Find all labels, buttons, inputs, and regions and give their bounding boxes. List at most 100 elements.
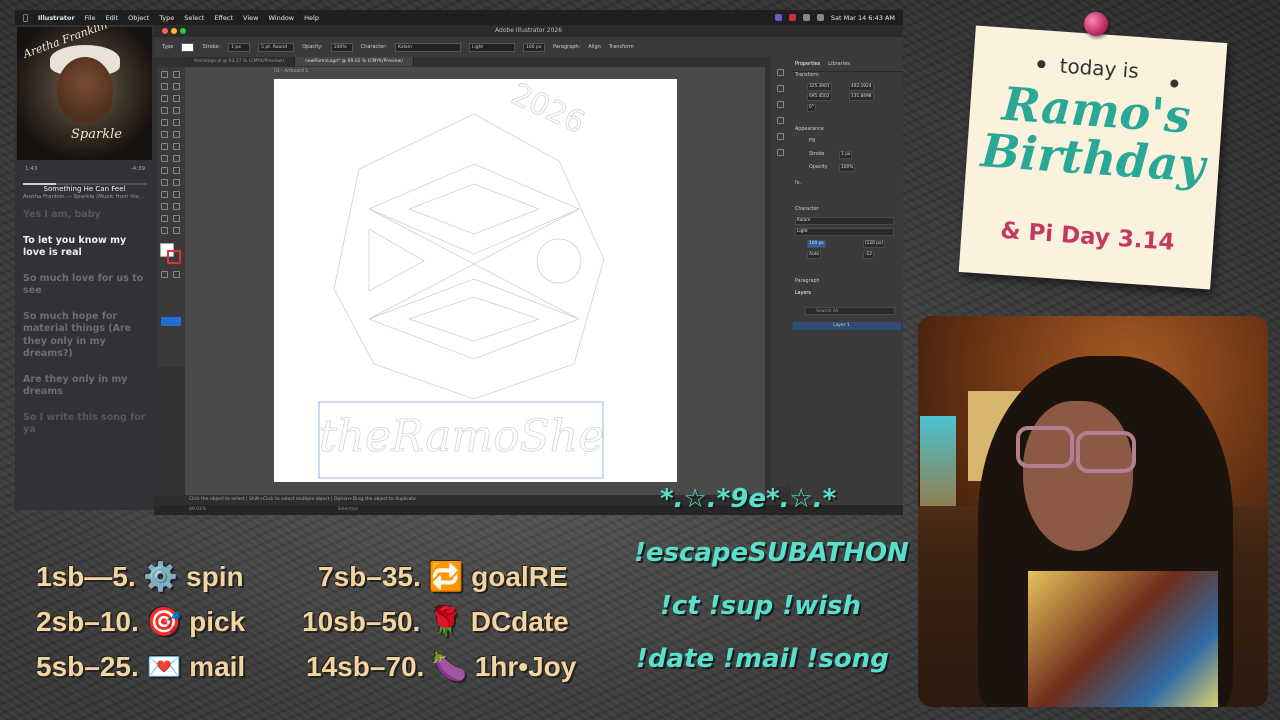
record-icon[interactable] bbox=[788, 14, 796, 21]
lyric-line[interactable]: Are they only in my dreams bbox=[23, 374, 149, 399]
apple-icon[interactable]:  bbox=[23, 13, 28, 22]
stroke-weight-field[interactable]: 1 px bbox=[228, 42, 251, 52]
screen-mode-icon[interactable] bbox=[173, 271, 180, 278]
zoom-level[interactable]: 89.01% bbox=[189, 507, 206, 512]
character-size-field[interactable]: 100 px bbox=[807, 240, 826, 248]
year-text[interactable]: 2026 bbox=[505, 77, 590, 142]
close-window-button[interactable] bbox=[162, 28, 168, 34]
menu-help[interactable]: Help bbox=[304, 14, 319, 22]
lyric-line-active[interactable]: To let you know my love is real bbox=[23, 235, 149, 260]
menu-effect[interactable]: Effect bbox=[214, 14, 233, 22]
paintbrush-tool-icon[interactable] bbox=[173, 119, 180, 126]
shape-builder-tool-icon[interactable] bbox=[161, 167, 168, 174]
pen-tool-icon[interactable] bbox=[161, 95, 168, 102]
font-weight-dropdown[interactable]: Light bbox=[468, 42, 515, 52]
tab-properties[interactable]: Properties bbox=[795, 61, 820, 67]
x-field[interactable]: 325.3901 bbox=[807, 83, 832, 91]
menu-edit[interactable]: Edit bbox=[106, 14, 119, 22]
menu-type[interactable]: Type bbox=[159, 14, 174, 22]
screen-record-icon[interactable] bbox=[774, 14, 782, 21]
control-align-label[interactable]: Align bbox=[588, 44, 601, 50]
fill-swatch[interactable] bbox=[181, 42, 195, 52]
zoom-window-button[interactable] bbox=[180, 28, 186, 34]
layers-tab[interactable]: Layers bbox=[795, 291, 811, 296]
layers-panel-icon[interactable] bbox=[777, 101, 784, 108]
lyric-line[interactable]: So I write this song for ya bbox=[23, 412, 149, 437]
edit-toolbar-icon[interactable] bbox=[161, 317, 181, 326]
leading-field[interactable]: (120 px) bbox=[863, 240, 886, 248]
brushes-panel-icon[interactable] bbox=[777, 133, 784, 140]
magic-wand-tool-icon[interactable] bbox=[161, 83, 168, 90]
document-tab[interactable]: ltocinlogo.ai @ 83.27 % (CMYK/Preview) bbox=[184, 57, 295, 66]
eraser-tool-icon[interactable] bbox=[173, 131, 180, 138]
canvas-area[interactable]: 01 - Artboard 1 2026 theRamoShe bbox=[185, 67, 765, 499]
menu-file[interactable]: File bbox=[85, 14, 96, 22]
rotate-tool-icon[interactable] bbox=[161, 143, 168, 150]
document-tab-active[interactable]: newRamoLogo* @ 89.01 % (CMYK/Preview) bbox=[294, 57, 414, 66]
control-transform-label[interactable]: Transform bbox=[609, 44, 634, 50]
line-tool-icon[interactable] bbox=[173, 107, 180, 114]
menu-app-name[interactable]: Illustrator bbox=[38, 14, 75, 22]
scale-tool-icon[interactable] bbox=[173, 143, 180, 150]
layers-search-input[interactable]: Search All bbox=[805, 307, 895, 315]
zoom-tool-icon[interactable] bbox=[173, 227, 180, 234]
triangle-shape[interactable] bbox=[368, 228, 425, 292]
draw-mode-icon[interactable] bbox=[161, 271, 168, 278]
swatches-panel-icon[interactable] bbox=[777, 117, 784, 124]
character-weight-dropdown[interactable]: Light bbox=[795, 228, 894, 236]
minimize-window-button[interactable] bbox=[171, 28, 177, 34]
wifi-icon[interactable] bbox=[802, 14, 810, 21]
heptagon-outline[interactable] bbox=[333, 113, 605, 400]
menubar-clock[interactable]: Sat Mar 14 6:43 AM bbox=[831, 14, 895, 22]
angle-field[interactable]: 0° bbox=[807, 104, 816, 112]
slice-tool-icon[interactable] bbox=[173, 215, 180, 222]
tracking-field[interactable]: Auto bbox=[807, 251, 821, 259]
align-panel-icon[interactable] bbox=[777, 149, 784, 156]
lyric-line[interactable]: Yes I am, baby bbox=[23, 209, 149, 222]
type-tool-icon[interactable] bbox=[161, 107, 168, 114]
menu-window[interactable]: Window bbox=[268, 14, 294, 22]
gradient-tool-icon[interactable] bbox=[173, 179, 180, 186]
font-size-field[interactable]: 100 px bbox=[522, 42, 545, 52]
pencil-tool-icon[interactable] bbox=[161, 131, 168, 138]
libraries-panel-icon[interactable] bbox=[777, 85, 784, 92]
mesh-tool-icon[interactable] bbox=[161, 179, 168, 186]
eyedropper-tool-icon[interactable] bbox=[161, 191, 168, 198]
blend-tool-icon[interactable] bbox=[173, 191, 180, 198]
circle-shape[interactable] bbox=[536, 238, 582, 284]
width-tool-icon[interactable] bbox=[161, 155, 168, 162]
appearance-stroke-field[interactable]: 1 px bbox=[839, 151, 853, 159]
free-transform-tool-icon[interactable] bbox=[173, 155, 180, 162]
symbol-sprayer-tool-icon[interactable] bbox=[161, 203, 168, 210]
fx-button[interactable]: fx. bbox=[795, 181, 801, 186]
selection-tool-icon[interactable] bbox=[161, 71, 168, 78]
upper-diamond[interactable] bbox=[367, 163, 581, 255]
upper-inner-diamond[interactable] bbox=[407, 183, 541, 235]
stroke-color-swatch[interactable] bbox=[167, 250, 181, 264]
menu-select[interactable]: Select bbox=[184, 14, 204, 22]
character-font-dropdown[interactable]: Kalam bbox=[795, 217, 894, 225]
menu-view[interactable]: View bbox=[243, 14, 258, 22]
curvature-tool-icon[interactable] bbox=[173, 95, 180, 102]
menu-object[interactable]: Object bbox=[128, 14, 149, 22]
artboard-tool-icon[interactable] bbox=[161, 215, 168, 222]
opacity-field[interactable]: 100% bbox=[330, 42, 353, 52]
direct-selection-tool-icon[interactable] bbox=[173, 71, 180, 78]
hand-tool-icon[interactable] bbox=[161, 227, 168, 234]
graph-tool-icon[interactable] bbox=[173, 203, 180, 210]
tab-libraries[interactable]: Libraries bbox=[828, 61, 850, 67]
perspective-grid-tool-icon[interactable] bbox=[173, 167, 180, 174]
appearance-opacity-field[interactable]: 100% bbox=[839, 164, 856, 172]
lower-diamond[interactable] bbox=[367, 278, 581, 360]
y-field[interactable]: 695.4502 bbox=[807, 93, 832, 101]
width-field[interactable]: 492.1924 bbox=[849, 83, 874, 91]
lyric-line[interactable]: So much love for us to see bbox=[23, 273, 149, 298]
status-mode[interactable]: Selection bbox=[338, 507, 359, 512]
brush-dropdown[interactable]: 5 pt. Round bbox=[258, 42, 295, 52]
wordmark-text[interactable]: theRamoShe bbox=[319, 411, 605, 463]
height-field[interactable]: 131.8498 bbox=[849, 93, 874, 101]
properties-panel-icon[interactable] bbox=[777, 69, 784, 76]
lasso-tool-icon[interactable] bbox=[173, 83, 180, 90]
lower-inner-diamond[interactable] bbox=[407, 296, 541, 342]
font-family-dropdown[interactable]: Kalam bbox=[394, 42, 461, 52]
